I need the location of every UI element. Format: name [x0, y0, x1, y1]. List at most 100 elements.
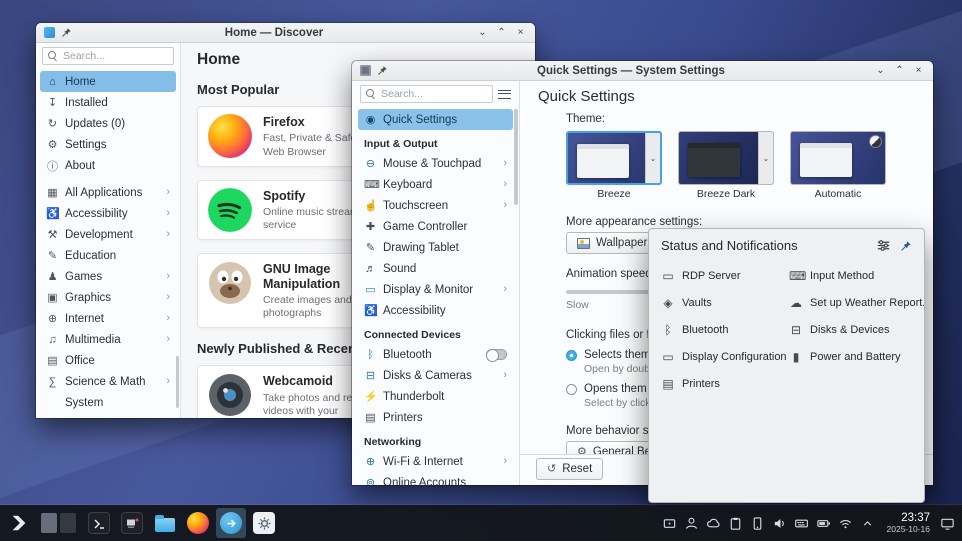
sidebar-item-education[interactable]: ✎ Education [40, 245, 176, 266]
theme-dropdown-button[interactable]: ⌄ [758, 132, 773, 184]
theme-preview-breeze[interactable]: ⌄ [566, 131, 662, 185]
settings-nav-keyboard[interactable]: ⌨ Keyboard › [358, 174, 513, 195]
maximize-button[interactable]: ⌃ [495, 28, 508, 38]
sidebar-item-about[interactable]: ⓘ About [40, 155, 176, 176]
settings-nav-sound[interactable]: ♬ Sound [358, 258, 513, 279]
settings-nav-thunderbolt[interactable]: ⚡ Thunderbolt [358, 386, 513, 407]
sidebar-item-updates[interactable]: ↻ Updates (0) [40, 113, 176, 134]
sidebar-scrollbar[interactable] [176, 356, 179, 408]
virtual-desktop-pager[interactable] [41, 513, 76, 533]
settings-nav-bluetooth[interactable]: ᛒ Bluetooth [358, 344, 513, 365]
close-button[interactable]: × [514, 28, 527, 38]
tray-item-display-configuration[interactable]: ▭ Display Configuration [661, 343, 789, 370]
sidebar-item-internet[interactable]: ⊕ Internet › [40, 308, 176, 329]
digital-clock[interactable]: 23:37 2025-10-16 [887, 512, 930, 535]
wallpaper-button[interactable]: Wallpaper [566, 232, 658, 254]
sidebar-scrollbar[interactable] [514, 109, 518, 205]
settings-nav-touchscreen[interactable]: ☝ Touchscreen › [358, 195, 513, 216]
task-konsole[interactable] [84, 508, 114, 538]
settings-nav-mouse-touchpad[interactable]: ⊖ Mouse & Touchpad › [358, 153, 513, 174]
settings-nav-accessibility[interactable]: ♿ Accessibility [358, 300, 513, 321]
discover-search[interactable] [42, 47, 174, 65]
sidebar-item-system[interactable]: System [40, 392, 176, 413]
tray-item-input-method[interactable]: ⌨ Input Method [789, 262, 925, 289]
tray-item-printers[interactable]: ▤ Printers [661, 370, 789, 397]
radio-button-unchecked[interactable] [566, 384, 577, 395]
expand-tray-chevron-up-icon[interactable] [858, 510, 877, 536]
minimize-button[interactable]: ⌄ [476, 28, 489, 38]
theme-name: Breeze [566, 188, 662, 200]
settings-nav-drawing-tablet[interactable]: ✎ Drawing Tablet [358, 237, 513, 258]
settings-nav-printers[interactable]: ▤ Printers [358, 407, 513, 428]
tray-item-bluetooth[interactable]: ᛒ Bluetooth [661, 316, 789, 343]
clipboard-tray-icon[interactable] [726, 510, 745, 536]
theme-card-breeze-dark[interactable]: ⌄ Breeze Dark [678, 131, 774, 200]
tray-item-weather[interactable]: ☁ Set up Weather Report... [789, 289, 925, 316]
theme-card-automatic[interactable]: Automatic [790, 131, 886, 200]
sidebar-item-multimedia[interactable]: ♫ Multimedia › [40, 329, 176, 350]
sidebar-item-graphics[interactable]: ▣ Graphics › [40, 287, 176, 308]
sidebar-item-all-applications[interactable]: ▦ All Applications › [40, 182, 176, 203]
configure-icon[interactable] [877, 239, 890, 252]
task-system-settings[interactable] [249, 508, 279, 538]
science-icon: ∑ [46, 376, 59, 388]
hamburger-menu-icon[interactable] [498, 90, 511, 99]
task-discover-active[interactable] [216, 508, 246, 538]
settings-nav-quick-settings[interactable]: ◉ Quick Settings [358, 109, 513, 130]
sidebar-item-games[interactable]: ♟ Games › [40, 266, 176, 287]
sidebar-item-home[interactable]: ⌂ Home [40, 71, 176, 92]
task-dolphin[interactable] [150, 508, 180, 538]
volume-tray-icon[interactable] [770, 510, 789, 536]
theme-preview-breeze-dark[interactable]: ⌄ [678, 131, 774, 185]
battery-tray-icon[interactable] [814, 510, 833, 536]
keyboard-layout-tray-icon[interactable] [792, 510, 811, 536]
settings-titlebar[interactable]: Quick Settings — System Settings ⌄ ⌃ × [352, 61, 933, 81]
settings-nav-online-accounts[interactable]: ⊚ Online Accounts [358, 472, 513, 485]
app-launcher-button[interactable] [5, 508, 33, 538]
settings-nav-display-monitor[interactable]: ▭ Display & Monitor › [358, 279, 513, 300]
discover-search-input[interactable] [63, 50, 168, 62]
sidebar-item-installed[interactable]: ↧ Installed [40, 92, 176, 113]
bluetooth-toggle[interactable] [486, 349, 507, 360]
tray-item-power-battery[interactable]: ▮ Power and Battery [789, 343, 925, 370]
sidebar-item-development[interactable]: ⚒ Development › [40, 224, 176, 245]
settings-nav-game-controller[interactable]: ✚ Game Controller [358, 216, 513, 237]
desktop-1[interactable] [41, 513, 57, 533]
installed-icon: ↧ [46, 96, 59, 109]
sidebar-item-science-math[interactable]: ∑ Science & Math › [40, 371, 176, 392]
sidebar-item-settings[interactable]: ⚙ Settings [40, 134, 176, 155]
phone-link-tray-icon[interactable] [748, 510, 767, 536]
settings-nav-disks-cameras[interactable]: ⊟ Disks & Cameras › [358, 365, 513, 386]
theme-preview-window [688, 143, 740, 177]
tablet-tray-icon[interactable] [660, 510, 679, 536]
desktop-2[interactable] [60, 513, 76, 533]
maximize-button[interactable]: ⌃ [893, 66, 906, 76]
minimize-button[interactable]: ⌄ [874, 66, 887, 76]
radio-button-checked[interactable] [566, 350, 577, 361]
tray-item-label: Disks & Devices [810, 324, 889, 336]
show-desktop-panel-icon[interactable] [938, 510, 957, 536]
theme-dropdown-button[interactable]: ⌄ [645, 133, 660, 183]
pin-icon[interactable] [61, 27, 72, 38]
network-tray-icon[interactable] [836, 510, 855, 536]
chevron-right-icon: › [166, 229, 170, 240]
tray-item-vaults[interactable]: ◈ Vaults [661, 289, 789, 316]
tray-item-disks-devices[interactable]: ⊟ Disks & Devices [789, 316, 925, 343]
close-button[interactable]: × [912, 66, 925, 76]
reset-button[interactable]: ↺ Reset [536, 458, 603, 480]
sidebar-item-accessibility[interactable]: ♿ Accessibility › [40, 203, 176, 224]
settings-nav-wifi-internet[interactable]: ⊕ Wi-Fi & Internet › [358, 451, 513, 472]
user-tray-icon[interactable] [682, 510, 701, 536]
theme-preview-automatic[interactable] [790, 131, 886, 185]
sidebar-item-office[interactable]: ▤ Office [40, 350, 176, 371]
settings-search[interactable] [360, 85, 493, 103]
tray-item-rdp-server[interactable]: ▭ RDP Server [661, 262, 789, 289]
pin-icon[interactable] [900, 240, 912, 252]
cloud-tray-icon[interactable] [704, 510, 723, 536]
task-firefox[interactable] [183, 508, 213, 538]
task-app[interactable] [117, 508, 147, 538]
settings-search-input[interactable] [381, 88, 487, 100]
pin-icon[interactable] [377, 65, 388, 76]
discover-titlebar[interactable]: Home — Discover ⌄ ⌃ × [36, 23, 535, 43]
theme-card-breeze[interactable]: ⌄ Breeze [566, 131, 662, 200]
